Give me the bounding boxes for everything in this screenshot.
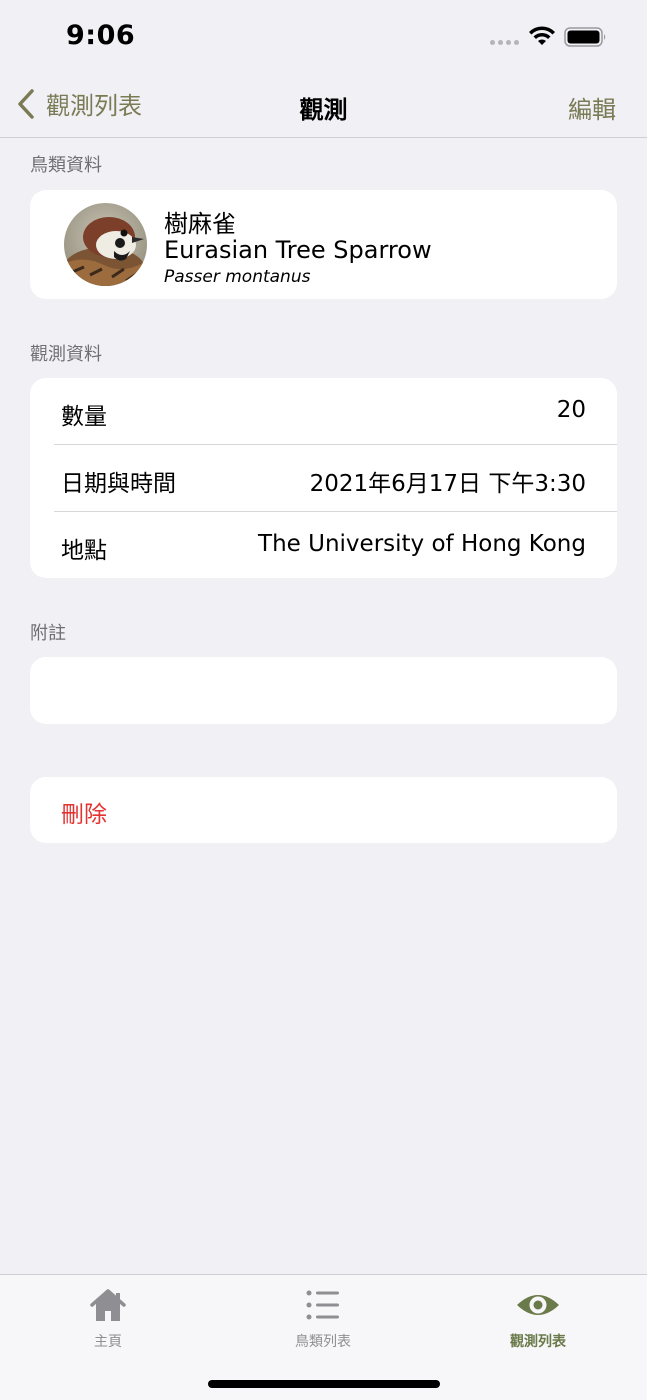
location-label: 地點 xyxy=(61,538,107,564)
observation-row-count: 數量 20 xyxy=(30,378,617,445)
edit-button[interactable]: 編輯 xyxy=(568,90,616,125)
datetime-value: 2021年6月17日 下午3:30 xyxy=(309,471,586,497)
battery-icon xyxy=(564,27,606,47)
tab-bird-list-label: 鳥類列表 xyxy=(295,1334,351,1350)
bird-name-scientific: Passer montanus xyxy=(164,267,311,287)
observation-row-location: 地點 The University of Hong Kong xyxy=(30,512,617,578)
screen: 9:06 觀測列表 觀測 編輯 鳥類資料 樹麻雀 Eurasian Tree S… xyxy=(0,0,647,1400)
tab-bird-list[interactable]: 鳥類列表 xyxy=(253,1287,393,1351)
observation-section-header: 觀測資料 xyxy=(30,344,102,365)
tab-home[interactable]: 主頁 xyxy=(38,1287,178,1351)
status-bar: 9:06 xyxy=(0,0,647,74)
tab-observation-list-label: 觀測列表 xyxy=(510,1334,566,1350)
tab-home-label: 主頁 xyxy=(94,1334,122,1350)
location-value: The University of Hong Kong xyxy=(258,531,586,557)
notes-section-header: 附註 xyxy=(30,623,66,644)
status-time: 9:06 xyxy=(66,20,136,51)
navigation-bar: 觀測列表 觀測 編輯 xyxy=(0,74,647,138)
datetime-label: 日期與時間 xyxy=(61,471,176,497)
bird-section-header: 鳥類資料 xyxy=(30,155,102,176)
page-title: 觀測 xyxy=(299,96,348,124)
bird-name-chinese: 樹麻雀 xyxy=(164,210,236,238)
sparrow-image xyxy=(64,203,147,286)
cellular-signal-icon xyxy=(490,40,519,45)
delete-button[interactable]: 刪除 xyxy=(30,777,617,843)
count-value: 20 xyxy=(556,397,586,423)
observation-row-datetime: 日期與時間 2021年6月17日 下午3:30 xyxy=(30,445,617,512)
tab-observation-list[interactable]: 觀測列表 xyxy=(468,1287,608,1351)
wifi-icon xyxy=(529,26,555,45)
bird-info-card[interactable]: 樹麻雀 Eurasian Tree Sparrow Passer montanu… xyxy=(30,190,617,299)
delete-label: 刪除 xyxy=(61,802,107,828)
bird-avatar xyxy=(64,203,147,286)
eye-icon xyxy=(517,1295,559,1315)
list-icon xyxy=(306,1290,339,1320)
home-indicator[interactable] xyxy=(208,1380,440,1388)
house-icon xyxy=(90,1289,126,1321)
count-label: 數量 xyxy=(61,404,107,430)
notes-field xyxy=(30,657,617,724)
observation-info-card: 數量 20 日期與時間 2021年6月17日 下午3:30 地點 The Uni… xyxy=(30,378,617,578)
bird-name-english: Eurasian Tree Sparrow xyxy=(164,236,432,264)
